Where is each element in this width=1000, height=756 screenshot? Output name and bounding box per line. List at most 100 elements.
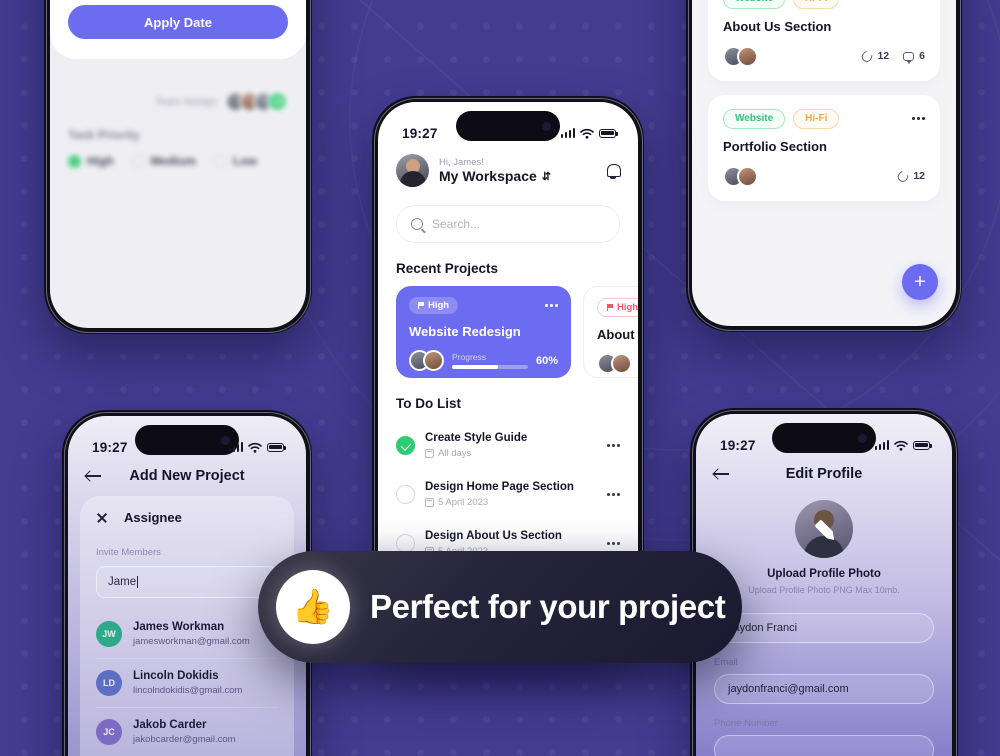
sort-icon[interactable]: ⇵	[542, 170, 551, 183]
priority-option[interactable]: Medium	[131, 154, 196, 168]
contact-name: Lincoln Dokidis	[133, 670, 219, 682]
section-card[interactable]: Website Hi-Fi Portfolio Section 12	[708, 94, 940, 201]
avatar-body	[804, 536, 844, 558]
search-placeholder: Search...	[432, 217, 481, 231]
assignee-title: Assignee	[124, 510, 182, 525]
email-value: jaydonfranci@gmail.com	[728, 683, 849, 696]
email-label: Email	[714, 657, 738, 669]
apply-date-button[interactable]: Apply Date	[68, 5, 288, 39]
full-name-input[interactable]: Jaydon Franci	[714, 613, 934, 644]
contact-email: jamesworkman@gmail.com	[133, 636, 250, 647]
search-input[interactable]: Search...	[396, 205, 620, 243]
team-assign-row[interactable]: Team Assign +2	[68, 91, 288, 112]
phone-sections-screen: WebsiteHi-FiHome Page SectionHeader, Her…	[686, 0, 962, 332]
project-card[interactable]: High About Us	[583, 286, 638, 378]
more-options-icon[interactable]	[912, 117, 925, 120]
calendar-icon	[425, 449, 434, 458]
contact-list-item[interactable]: JC Jakob Carder jakobcarder@gmail.com	[96, 708, 278, 756]
section-card[interactable]: Website Hi-Fi About Us Section 12 6	[708, 0, 940, 81]
battery-icon	[599, 128, 619, 138]
attachment-metric: 12	[896, 168, 925, 184]
team-avatar-stack: +2	[225, 91, 288, 112]
more-options-icon[interactable]	[545, 304, 558, 307]
project-card[interactable]: High Website Redesign Progress 60%	[396, 286, 571, 378]
invite-members-label: Invite Members	[96, 547, 161, 558]
add-section-fab-button[interactable]: +	[902, 264, 938, 300]
avatar	[611, 353, 632, 374]
status-bar: 19:27	[378, 102, 638, 150]
contact-list-item[interactable]: LD Lincoln Dokidis lincolndokidis@gmail.co…	[96, 659, 278, 708]
user-avatar[interactable]	[396, 154, 429, 187]
project-name: About Us	[597, 327, 638, 342]
avatar	[423, 350, 444, 371]
contact-results-list: JW James Workman jamesworkman@gmail.com LD L…	[96, 610, 278, 756]
priority-option[interactable]: Low	[214, 154, 257, 168]
status-indicators	[874, 440, 933, 451]
status-time: 19:27	[402, 125, 438, 141]
contact-name: James Workman	[133, 621, 225, 633]
todo-item[interactable]: Design Home Page Section 5 April 2023	[396, 470, 620, 519]
promo-banner: 👍 Perfect for your project	[258, 551, 742, 663]
signal-icon	[874, 440, 889, 450]
battery-icon	[267, 442, 287, 452]
recent-projects-list: High Website Redesign Progress 60% High About…	[396, 286, 638, 378]
section-name: About Us Section	[723, 18, 832, 34]
project-name: Website Redesign	[409, 324, 521, 339]
page-title: Add New Project	[129, 468, 245, 484]
close-icon[interactable]	[96, 512, 108, 524]
phone-calendar-screen: 2728123456789101112131415161718192021222…	[44, 0, 312, 334]
calendar-icon	[425, 498, 434, 507]
priority-chip: High	[409, 297, 459, 314]
priority-option[interactable]: High	[68, 154, 114, 168]
contact-list-item[interactable]: JW James Workman jamesworkman@gmail.com	[96, 610, 278, 659]
priority-chip-label: High	[617, 302, 638, 313]
calendar-sheet: 2728123456789101112131415161718192021222…	[50, 0, 306, 59]
workspace-selector[interactable]: My Workspace ⇵	[439, 168, 595, 184]
paperclip-icon	[860, 48, 875, 64]
signal-icon	[228, 442, 243, 452]
back-arrow-icon[interactable]	[86, 470, 102, 482]
thumbs-up-icon: 👍	[276, 570, 350, 644]
comment-icon	[903, 51, 915, 64]
todo-name: Create Style Guide	[425, 432, 528, 444]
section-metrics: 12	[896, 168, 925, 184]
todo-checkbox[interactable]	[396, 485, 415, 504]
dashboard-body: Hi, James! My Workspace ⇵ Search... Rece…	[378, 102, 638, 568]
project-avatars	[409, 350, 444, 371]
contact-info: Jakob Carder jakobcarder@gmail.com	[133, 719, 236, 745]
task-priority-options[interactable]: High Medium Low	[68, 154, 288, 168]
avatar	[737, 165, 758, 187]
contact-avatar-initials: JW	[96, 621, 122, 647]
section-cards-list: WebsiteHi-FiHome Page SectionHeader, Her…	[692, 0, 956, 201]
wifi-icon	[248, 442, 262, 453]
profile-photo-uploader[interactable]	[795, 500, 853, 558]
tag-website[interactable]: Website	[723, 108, 786, 129]
back-arrow-icon[interactable]	[714, 468, 730, 480]
status-time: 19:27	[92, 439, 128, 455]
email-field[interactable]: jaydonfranci@gmail.com	[714, 674, 934, 705]
calendar-background-form: Team Assign +2 Task Priority High Medium L…	[50, 59, 306, 178]
progress-block: Progress	[452, 352, 528, 369]
status-indicators	[228, 442, 287, 453]
tag-fidelity[interactable]: Hi-Fi	[793, 108, 840, 129]
priority-label: High	[87, 154, 114, 168]
todo-checkbox[interactable]	[396, 436, 415, 455]
flag-icon	[607, 304, 614, 311]
tag-website[interactable]: Website	[723, 0, 786, 9]
invite-members-value: Jame	[108, 576, 137, 588]
more-options-icon[interactable]	[607, 542, 620, 545]
invite-members-input[interactable]: Jame	[96, 566, 278, 598]
tag-fidelity[interactable]: Hi-Fi	[793, 0, 840, 9]
attachment-metric: 12	[860, 48, 889, 64]
more-options-icon[interactable]	[607, 493, 620, 496]
notification-bell-icon[interactable]	[605, 163, 621, 179]
todo-date: 5 April 2023	[425, 497, 597, 508]
signal-icon	[560, 128, 575, 138]
phone-number-field[interactable]	[714, 735, 934, 756]
status-time: 19:27	[720, 437, 756, 453]
more-options-icon[interactable]	[607, 444, 620, 447]
todo-item[interactable]: Create Style Guide All days	[396, 421, 620, 470]
sections-screen-content: WebsiteHi-FiHome Page SectionHeader, Her…	[692, 0, 956, 326]
assignee-sheet-header: Assignee	[96, 510, 278, 525]
status-bar: 19:27	[68, 416, 306, 464]
